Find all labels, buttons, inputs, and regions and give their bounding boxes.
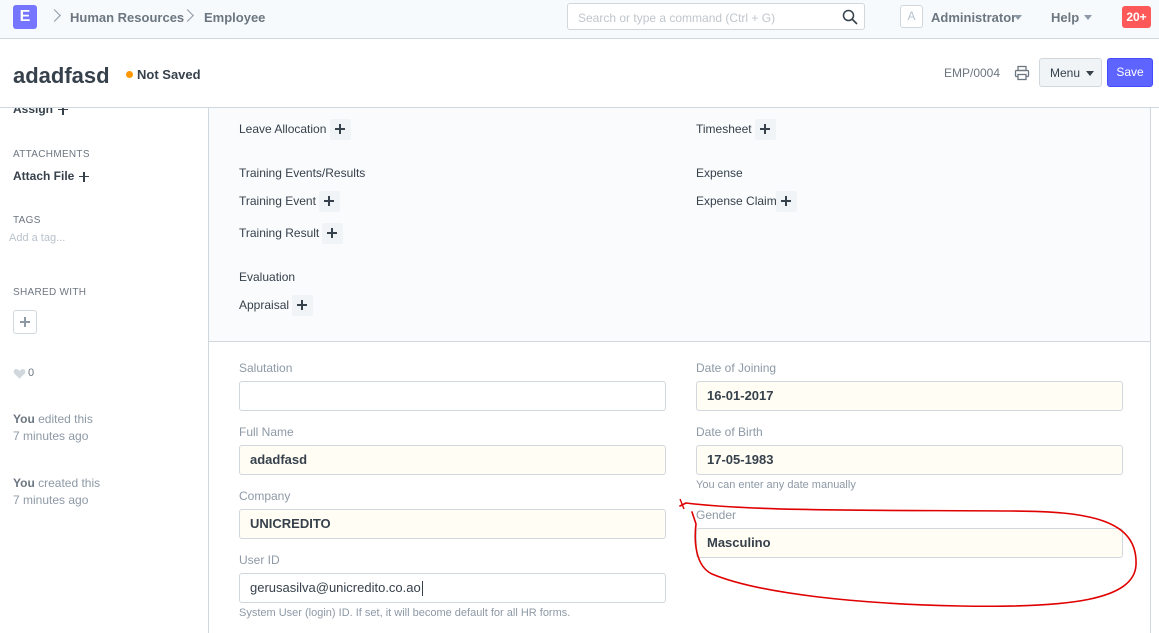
menu-button-label: Menu — [1050, 66, 1081, 80]
company-field[interactable]: UNICREDITO — [239, 509, 666, 539]
activity-action: edited this — [34, 412, 93, 426]
plus-icon — [335, 124, 345, 134]
text-cursor — [421, 581, 423, 597]
add-timesheet-button[interactable] — [755, 119, 776, 140]
notification-badge[interactable]: 20+ — [1122, 6, 1151, 28]
attach-file-label: Attach File — [13, 169, 75, 183]
help-menu[interactable]: Help — [1051, 10, 1079, 25]
add-training-result-button[interactable] — [322, 223, 343, 244]
user-id-field[interactable]: gerusasilva@unicredito.co.ao — [239, 573, 666, 603]
like-count: 0 — [28, 367, 35, 379]
date-of-joining-label: Date of Joining — [696, 361, 777, 375]
date-of-birth-label: Date of Birth — [696, 425, 763, 439]
training-heading: Training Events/Results — [239, 166, 366, 180]
date-of-birth-field[interactable]: 17-05-1983 — [696, 445, 1123, 475]
add-training-event-button[interactable] — [319, 191, 340, 212]
salutation-field[interactable] — [239, 381, 666, 411]
activity-time: 7 minutes ago — [13, 429, 89, 443]
full-name-field[interactable]: adadfasd — [239, 445, 666, 475]
form-main: Leave Allocation Timesheet Training Even… — [208, 108, 1151, 633]
link-appraisal[interactable]: Appraisal — [239, 298, 289, 312]
user-menu[interactable]: Administrator — [931, 10, 1016, 25]
form-sidebar: Assign ATTACHMENTS Attach File TAGS Add … — [0, 108, 208, 633]
search-icon[interactable] — [842, 9, 858, 25]
plus-icon — [760, 124, 770, 134]
plus-icon — [324, 196, 334, 206]
activity-action: created this — [34, 476, 101, 490]
assign-button[interactable]: Assign — [13, 108, 69, 116]
search-placeholder: Search or type a command (Ctrl + G) — [578, 11, 776, 25]
plus-icon — [58, 108, 69, 115]
app-logo[interactable]: E — [13, 5, 37, 29]
navbar: E Human Resources Employee Search or typ… — [0, 0, 1159, 39]
date-of-birth-help: You can enter any date manually — [696, 479, 856, 491]
page-title: adadfasd — [13, 63, 110, 88]
attachments-heading: ATTACHMENTS — [13, 149, 90, 160]
plus-icon — [297, 300, 307, 310]
activity-user: You — [13, 476, 35, 490]
activity-time: 7 minutes ago — [13, 493, 89, 507]
add-expense-claim-button[interactable] — [776, 191, 797, 212]
add-share-button[interactable] — [13, 310, 37, 334]
breadcrumb-employee[interactable]: Employee — [204, 10, 265, 25]
shared-with-heading: SHARED WITH — [13, 287, 87, 298]
link-training-result[interactable]: Training Result — [239, 226, 319, 240]
add-appraisal-button[interactable] — [292, 295, 313, 316]
expense-heading: Expense — [696, 166, 743, 180]
activity-item: You edited this 7 minutes ago — [13, 411, 93, 445]
plus-icon — [79, 171, 90, 182]
company-label: Company — [239, 489, 291, 503]
user-id-value: gerusasilva@unicredito.co.ao — [250, 580, 421, 595]
user-id-label: User ID — [239, 553, 280, 567]
status-badge: Not Saved — [137, 67, 201, 82]
chevron-right-icon — [48, 9, 61, 22]
full-name-label: Full Name — [239, 425, 294, 439]
status-dot-icon — [126, 71, 133, 78]
link-leave-allocation[interactable]: Leave Allocation — [239, 122, 326, 136]
search-input[interactable]: Search or type a command (Ctrl + G) — [567, 3, 865, 30]
form-dashboard: Leave Allocation Timesheet Training Even… — [209, 108, 1150, 342]
add-tag-input[interactable]: Add a tag... — [9, 232, 65, 244]
chevron-down-icon — [1084, 15, 1092, 20]
breadcrumb-human-resources[interactable]: Human Resources — [70, 10, 184, 25]
document-id: EMP/0004 — [944, 66, 1001, 80]
avatar[interactable]: A — [900, 5, 923, 28]
salutation-label: Salutation — [239, 361, 293, 375]
tags-heading: TAGS — [13, 215, 41, 226]
link-training-event[interactable]: Training Event — [239, 194, 316, 208]
user-id-help: System User (login) ID. If set, it will … — [239, 607, 571, 619]
activity-user: You — [13, 412, 35, 426]
plus-icon — [327, 228, 337, 238]
activity-item: You created this 7 minutes ago — [13, 475, 100, 509]
plus-icon — [781, 196, 791, 206]
attach-file-button[interactable]: Attach File — [13, 169, 90, 183]
menu-button[interactable]: Menu — [1039, 58, 1102, 87]
link-timesheet[interactable]: Timesheet — [696, 122, 752, 136]
plus-icon — [20, 317, 30, 327]
heart-icon[interactable] — [13, 367, 26, 380]
chevron-down-icon — [1014, 15, 1022, 20]
page-head: adadfasd Not Saved EMP/0004 Menu Save — [0, 39, 1159, 108]
print-icon[interactable] — [1014, 65, 1030, 81]
gender-select[interactable]: Masculino — [696, 528, 1123, 558]
save-button[interactable]: Save — [1107, 58, 1153, 87]
assign-label: Assign — [13, 108, 54, 116]
add-leave-allocation-button[interactable] — [330, 119, 351, 140]
gender-label: Gender — [696, 508, 737, 522]
evaluation-heading: Evaluation — [239, 270, 296, 284]
link-expense-claim[interactable]: Expense Claim — [696, 194, 777, 208]
date-of-joining-field[interactable]: 16-01-2017 — [696, 381, 1123, 411]
chevron-down-icon — [1086, 71, 1094, 76]
